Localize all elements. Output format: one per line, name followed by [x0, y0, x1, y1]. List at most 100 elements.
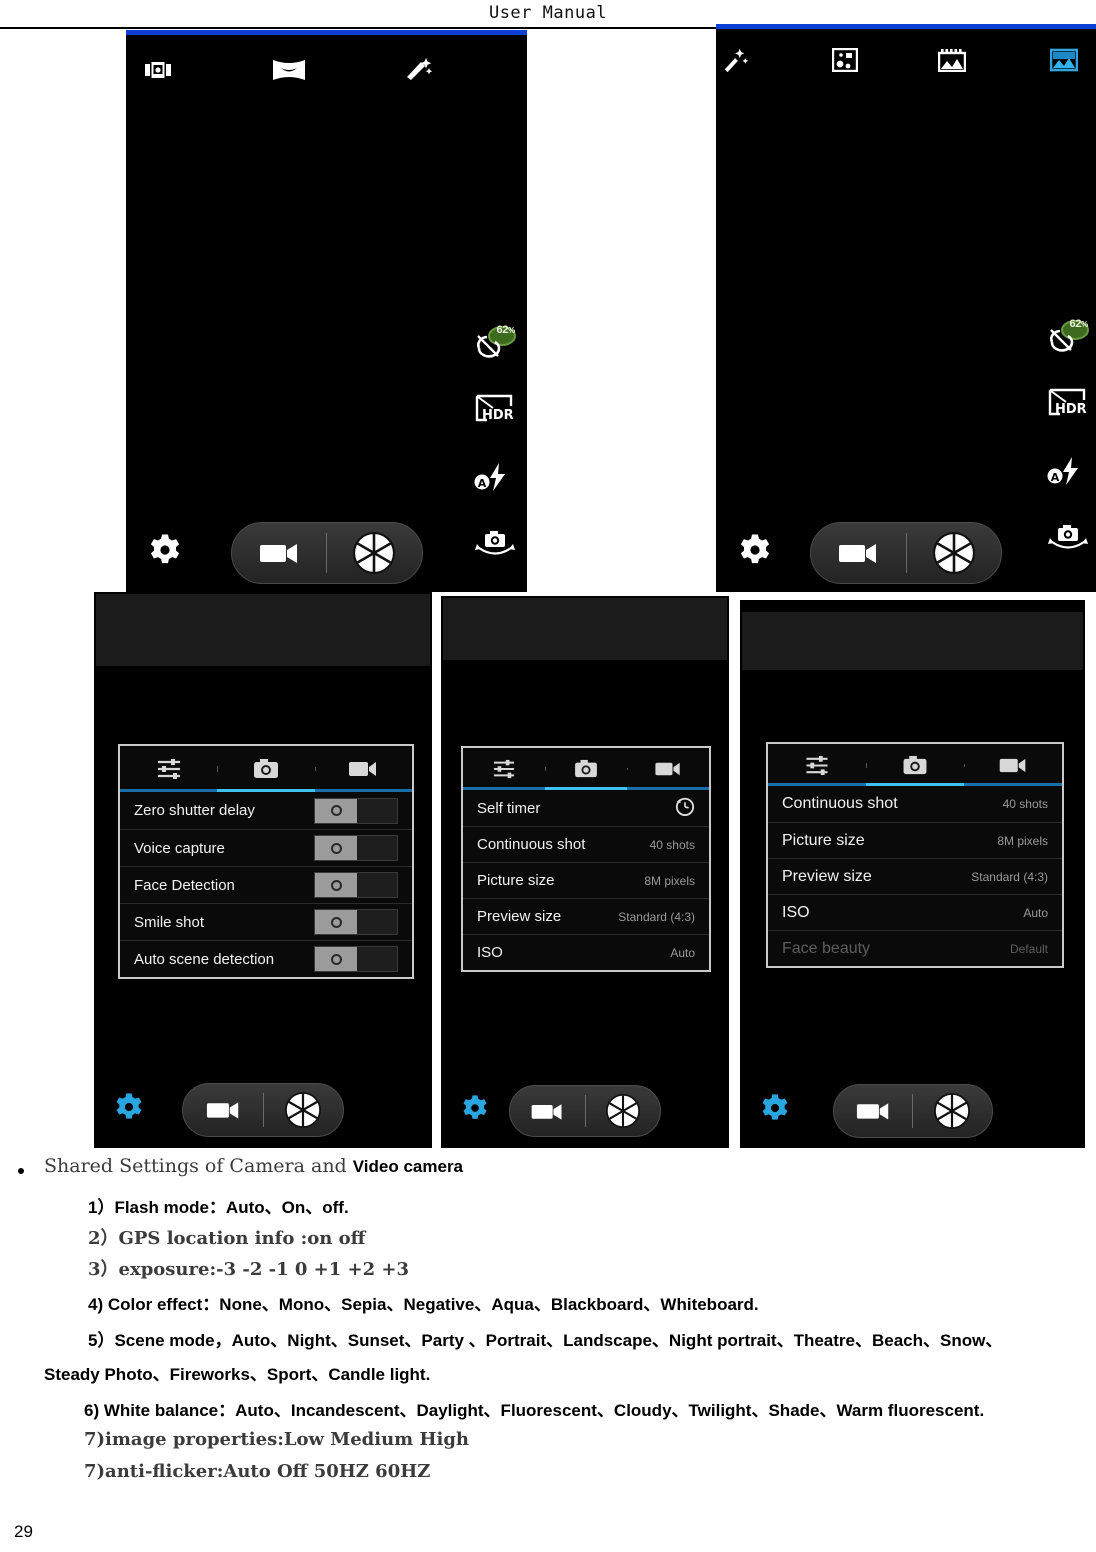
capture-control-pill[interactable]: [832, 1084, 993, 1138]
list-item: 5）Scene mode，Auto、Night、Sunset、Party 、Po…: [88, 1331, 1003, 1350]
row-label: ISO: [782, 903, 810, 921]
table-row[interactable]: Auto scene detection: [120, 940, 412, 977]
timer-icon[interactable]: [675, 796, 695, 821]
settings-tabs[interactable]: [463, 748, 709, 790]
tab-camera[interactable]: [545, 759, 627, 779]
tab-general[interactable]: [768, 755, 866, 776]
table-row[interactable]: Smile shot: [120, 903, 412, 940]
settings-overlay[interactable]: Self timer Continuous shot 40 shots Pict…: [461, 746, 711, 972]
row-label: Picture size: [477, 872, 555, 889]
hdr-scene-icon[interactable]: [1050, 48, 1078, 72]
video-camera-button[interactable]: [811, 540, 906, 566]
capture-control-pill[interactable]: [509, 1085, 661, 1137]
hdr-icon[interactable]: HDR: [473, 394, 514, 434]
camera-settings-panel-1[interactable]: Zero shutter delay Voice capture Face De…: [94, 592, 432, 1148]
camera-preview-left[interactable]: 62% HDR A: [126, 30, 527, 592]
row-label: Preview size: [477, 908, 562, 925]
tab-camera[interactable]: [217, 758, 314, 780]
table-row[interactable]: Voice capture: [120, 829, 412, 866]
table-row[interactable]: ISO Auto: [463, 934, 709, 970]
tab-general[interactable]: [120, 758, 217, 780]
toggle-smile-shot[interactable]: [314, 909, 398, 935]
video-camera-button[interactable]: [232, 540, 327, 566]
gear-icon[interactable]: [461, 1095, 489, 1128]
flash-auto-icon[interactable]: A: [1046, 456, 1086, 496]
heading-bold: Video camera: [352, 1157, 464, 1176]
gear-icon[interactable]: [738, 534, 772, 573]
shutter-button[interactable]: [264, 1092, 344, 1128]
camera-control-bar[interactable]: [96, 1074, 430, 1146]
settings-tabs[interactable]: [120, 746, 412, 792]
settings-row-list[interactable]: Continuous shot 40 shots Picture size 8M…: [768, 786, 1062, 966]
gear-icon[interactable]: [148, 534, 182, 573]
camera-control-bar[interactable]: [716, 514, 1096, 592]
settings-overlay[interactable]: Zero shutter delay Voice capture Face De…: [118, 744, 414, 979]
settings-row-list[interactable]: Zero shutter delay Voice capture Face De…: [120, 792, 412, 977]
shutter-button[interactable]: [913, 1093, 992, 1129]
magic-wand-icon[interactable]: [722, 47, 750, 73]
camera-preview-right[interactable]: 62% HDR A: [716, 24, 1096, 592]
settings-overlay[interactable]: Continuous shot 40 shots Picture size 8M…: [766, 742, 1064, 968]
settings-tabs[interactable]: [768, 744, 1062, 786]
camera-settings-panel-3[interactable]: Continuous shot 40 shots Picture size 8M…: [740, 600, 1085, 1148]
video-camera-button[interactable]: [510, 1101, 585, 1122]
panorama-strip-icon[interactable]: [938, 48, 966, 72]
camera-mode-toolbar[interactable]: [716, 34, 1096, 86]
table-row[interactable]: ISO Auto: [768, 894, 1062, 930]
battery-indicator[interactable]: 62%: [473, 324, 516, 366]
toggle-zero-shutter-delay[interactable]: [314, 797, 398, 824]
shutter-button[interactable]: [586, 1094, 661, 1128]
capture-control-pill[interactable]: [810, 522, 1002, 584]
hdr-icon[interactable]: HDR: [1046, 388, 1087, 428]
flash-auto-icon[interactable]: A: [473, 462, 513, 502]
table-row[interactable]: Zero shutter delay: [120, 792, 412, 829]
tab-indicator-active: [217, 789, 315, 792]
table-row[interactable]: Picture size 8M pixels: [463, 862, 709, 898]
capture-control-pill[interactable]: [230, 522, 423, 584]
video-camera-icon: [999, 758, 1026, 772]
battery-indicator[interactable]: 62%: [1046, 318, 1089, 360]
table-row[interactable]: Picture size 8M pixels: [768, 822, 1062, 858]
table-row[interactable]: Face Detection: [120, 866, 412, 903]
shutter-button[interactable]: [907, 532, 1002, 574]
multi-angle-icon[interactable]: [832, 48, 858, 72]
sliders-icon: [157, 759, 180, 779]
row-value: 8M pixels: [644, 873, 695, 888]
wide-face-icon[interactable]: [272, 59, 306, 81]
shutter-button[interactable]: [327, 532, 422, 574]
camera-control-bar[interactable]: [443, 1076, 727, 1146]
gear-icon[interactable]: [114, 1093, 144, 1128]
status-bar: [126, 30, 527, 35]
camera-settings-panel-2[interactable]: Self timer Continuous shot 40 shots Pict…: [441, 596, 729, 1148]
section-heading: Shared Settings of Camera and Video came…: [44, 1155, 463, 1177]
svg-text:HDR: HDR: [482, 408, 514, 423]
toggle-auto-scene-detection[interactable]: [314, 946, 398, 972]
toggle-face-detection[interactable]: [314, 872, 398, 898]
list-item: 7)image properties:Low Medium High: [84, 1429, 470, 1450]
row-label: Face beauty: [782, 939, 871, 957]
tab-video[interactable]: [964, 756, 1062, 775]
video-camera-button[interactable]: [834, 1100, 913, 1122]
tab-video[interactable]: [627, 760, 709, 778]
settings-row-list[interactable]: Self timer Continuous shot 40 shots Pict…: [463, 790, 709, 970]
capture-control-pill[interactable]: [182, 1083, 344, 1137]
table-row[interactable]: Preview size Standard (4:3): [768, 858, 1062, 894]
camera-control-bar[interactable]: [742, 1076, 1083, 1146]
camera-mode-toolbar[interactable]: [126, 44, 527, 96]
tab-general[interactable]: [463, 759, 545, 779]
table-row[interactable]: Continuous shot 40 shots: [463, 826, 709, 862]
gear-icon[interactable]: [760, 1094, 790, 1129]
table-row[interactable]: Self timer: [463, 790, 709, 826]
tab-camera[interactable]: [866, 755, 964, 776]
toggle-voice-capture[interactable]: [314, 835, 398, 861]
video-camera-icon: [349, 762, 377, 776]
magic-wand-icon[interactable]: [404, 57, 434, 83]
video-camera-button[interactable]: [183, 1099, 263, 1121]
table-row[interactable]: Preview size Standard (4:3): [463, 898, 709, 934]
table-row[interactable]: Continuous shot 40 shots: [768, 786, 1062, 822]
camera-control-bar[interactable]: [126, 514, 527, 592]
tab-video[interactable]: [314, 759, 412, 779]
tab-indicator: [768, 783, 1062, 786]
panorama-icon[interactable]: [144, 60, 172, 80]
row-value: 40 shots: [649, 837, 695, 852]
